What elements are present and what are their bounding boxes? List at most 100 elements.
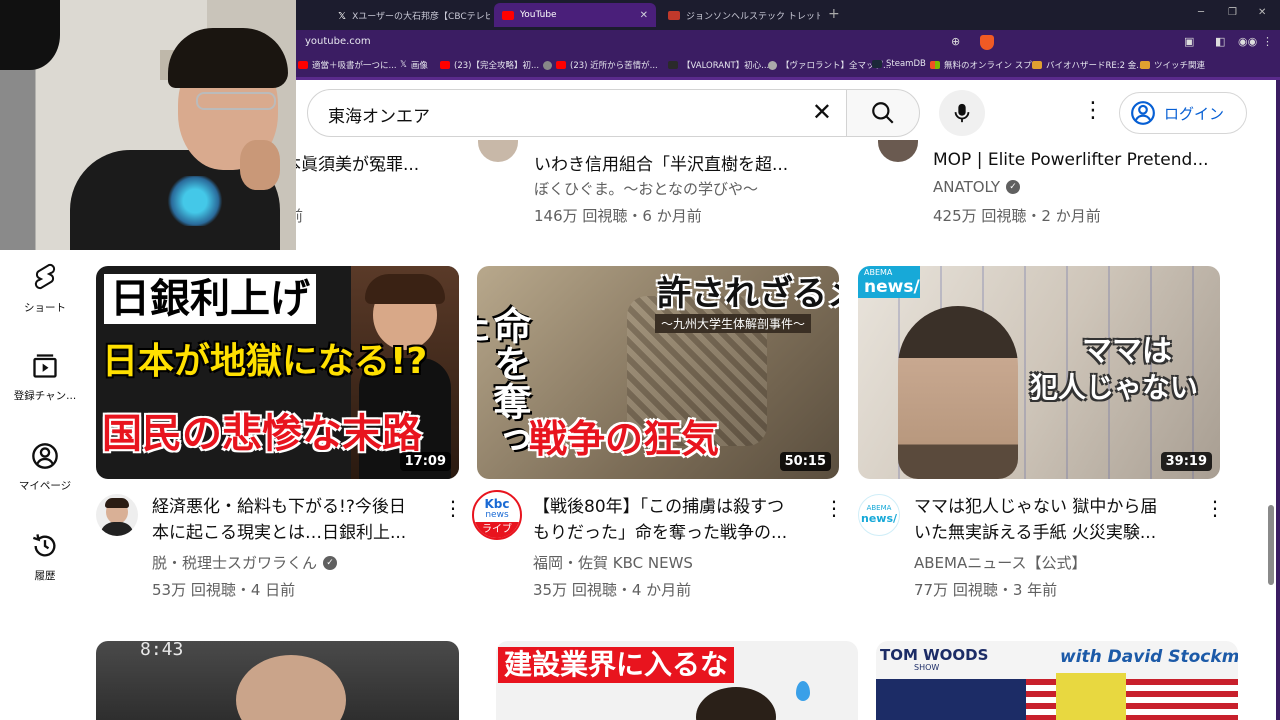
video-thumbnail[interactable]: 8:43 — [96, 641, 459, 720]
video-menu-icon[interactable]: ⋮ — [824, 498, 844, 518]
video-duration: 39:19 — [1160, 452, 1212, 471]
video-title[interactable]: ママは犯人じゃない 獄中から届 いた無実訴える手紙 火災実験... — [914, 494, 1194, 546]
close-icon[interactable]: ✕ — [640, 10, 648, 21]
person-hand — [240, 140, 280, 190]
thumbnail-text: 命を奪った — [477, 306, 531, 458]
video-title[interactable]: いわき信用組合「半沢直樹を超... — [534, 150, 788, 175]
video-title[interactable]: 【戦後80年】「この捕虜は殺すつ もりだった」命を奪った戦争の... — [533, 494, 813, 546]
sidebar-toggle-icon[interactable]: ▣ — [1184, 35, 1194, 48]
bookmark-item[interactable]: (23)【完全攻略】初... — [440, 59, 539, 71]
video-title[interactable]: 本眞須美が冤罪... — [284, 150, 419, 175]
video-thumbnail[interactable]: 建設業界に入るな — [496, 641, 858, 720]
channel-name[interactable]: 脱・税理士スガワラくん ✓ — [152, 552, 338, 573]
video-thumbnail[interactable]: 許されざるメス 〜九州大学生体解剖事件〜 命を奪った 戦争の狂気 50:15 — [477, 266, 839, 479]
youtube-icon — [440, 61, 450, 69]
video-menu-icon[interactable]: ⋮ — [443, 498, 463, 518]
tab-x-post[interactable]: 𝕏 Xユーザーの大石邦彦【CBCテレビ解説】 — [330, 3, 490, 27]
bookmark-item[interactable]: ツイッチ関連 — [1140, 59, 1205, 71]
zoom-icon[interactable]: ⊕ — [951, 35, 960, 48]
channel-name[interactable]: ABEMAニュース【公式】 — [914, 552, 1086, 573]
bookmark-item[interactable]: 【VALORANT】初心... — [668, 59, 769, 71]
channel-avatar[interactable] — [96, 494, 138, 536]
video-thumbnail[interactable]: TOM WOODS SHOW with David Stockman — [876, 641, 1238, 720]
thumbnail-text: 8:43 — [140, 641, 184, 660]
person-image — [696, 687, 776, 720]
tab-treadmill[interactable]: ジョンソンヘルステック トレッドミル 業務用 — [660, 3, 820, 27]
shorts-icon — [34, 263, 56, 290]
video-title[interactable]: MOP | Elite Powerlifter Pretend... — [933, 150, 1209, 170]
channel-avatar[interactable] — [478, 140, 518, 162]
thumbnail-text: 日銀利上げ — [104, 274, 316, 324]
video-thumbnail[interactable]: ABEMA news/ ママは 犯人じゃない 39:19 — [858, 266, 1220, 479]
x-icon: 𝕏 — [338, 10, 347, 22]
search-input[interactable]: 東海オンエア ✕ — [307, 89, 847, 137]
thumbnail-text: 建設業界に入るな — [498, 647, 735, 683]
page-scrollbar[interactable] — [1268, 80, 1276, 720]
microphone-icon — [954, 103, 970, 123]
thumbnail-text: 国民の悲惨な末路 — [102, 411, 422, 457]
sweat-icon — [796, 681, 810, 701]
sidebar-item-history[interactable]: 履歴 — [0, 532, 90, 583]
thumbnail-text: with David Stockman — [1060, 647, 1238, 667]
sidebar-item-label: 履歴 — [34, 570, 56, 582]
voice-search-button[interactable] — [939, 90, 985, 136]
url-field[interactable]: youtube.com — [305, 36, 371, 47]
sidebar-item-shorts[interactable]: ショート — [0, 262, 90, 315]
maximize-icon[interactable]: ❐ — [1228, 7, 1237, 18]
portrait-image — [898, 306, 1018, 479]
login-button[interactable]: ログイン — [1119, 92, 1247, 134]
youtube-icon — [502, 10, 514, 20]
channel-avatar[interactable] — [878, 140, 918, 162]
video-duration: 17:09 — [399, 452, 451, 471]
brave-shield-icon[interactable] — [980, 35, 994, 50]
video-meta: 53万 回視聴・4 日前 — [152, 581, 296, 599]
channel-name[interactable]: ぼくひぐま。〜おとなの学びや〜 — [534, 178, 758, 199]
channel-avatar[interactable]: Kbc news ライブ — [472, 490, 522, 540]
video-meta: 425万 回視聴・2 か月前 — [933, 207, 1101, 225]
video-duration: 50:15 — [779, 452, 831, 471]
settings-menu-icon[interactable]: ⋮ — [1082, 100, 1104, 122]
scrollbar-thumb[interactable] — [1268, 505, 1274, 585]
tab-label: ジョンソンヘルステック トレッドミル 業務用 — [686, 11, 820, 22]
search-button[interactable] — [846, 89, 920, 137]
glasses-icon[interactable]: ◉◉ — [1238, 35, 1257, 48]
video-menu-icon[interactable]: ⋮ — [1205, 498, 1225, 518]
chair-image — [0, 0, 60, 70]
bookmark-item[interactable]: SteamDB — [872, 59, 926, 69]
folder-icon — [1032, 61, 1042, 69]
close-window-icon[interactable]: ✕ — [1258, 7, 1266, 18]
tab-label: Xユーザーの大石邦彦【CBCテレビ解説】 — [352, 11, 490, 22]
webcam-overlay — [0, 0, 296, 250]
youtube-icon — [556, 61, 566, 69]
video-title[interactable]: 経済悪化・給料も下がる!?今後日 本に起こる現実とは…日銀利上... — [152, 494, 432, 546]
split-view-icon[interactable]: ◧ — [1215, 35, 1225, 48]
tab-youtube[interactable]: YouTube ✕ — [494, 3, 656, 27]
thumbnail-text: 許されざるメス — [657, 274, 839, 314]
steam-icon — [872, 60, 882, 68]
person-image — [236, 655, 346, 720]
bookmark-item[interactable]: 適當＋吸書が一つに... — [298, 59, 397, 71]
menu-icon[interactable]: ⋮ — [1262, 35, 1273, 48]
x-icon: 𝕏 — [400, 60, 407, 70]
channel-avatar[interactable]: ABEMA news/ — [858, 494, 900, 536]
thumbnail-text: TOM WOODS — [880, 646, 989, 664]
sidebar-item-mypage[interactable]: マイページ — [0, 442, 90, 493]
new-tab-icon[interactable]: + — [828, 6, 840, 22]
minimize-icon[interactable]: ─ — [1198, 7, 1204, 18]
video-meta: 146万 回視聴・6 か月前 — [534, 207, 702, 225]
site-icon — [668, 61, 678, 69]
video-thumbnail[interactable]: 日銀利上げ 日本が地獄になる!? 国民の悲惨な末路 17:09 — [96, 266, 459, 479]
sidebar-item-label: ショート — [24, 302, 66, 314]
channel-name[interactable]: ANATOLY ✓ — [933, 178, 1021, 196]
channel-name[interactable]: 福岡・佐賀 KBC NEWS — [533, 552, 693, 573]
thumbnail-text: 犯人じゃない — [1030, 371, 1199, 404]
sidebar-item-subscriptions[interactable]: 登録チャン... — [0, 352, 90, 403]
bookmark-item[interactable]: 無料のオンライン スプ... — [930, 59, 1040, 71]
thumbnail-text: 〜九州大学生体解剖事件〜 — [655, 314, 812, 333]
clear-search-icon[interactable]: ✕ — [812, 98, 832, 126]
thumbnail-text: 日本が地獄になる!? — [102, 341, 428, 382]
bookmark-item[interactable]: バイオハザードRE:2 金... — [1032, 59, 1144, 71]
bookmark-item[interactable]: (23) 近所から苦情が... — [543, 59, 658, 71]
tab-label: YouTube — [520, 10, 557, 20]
bookmark-item[interactable]: 𝕏 画像 — [400, 59, 428, 71]
